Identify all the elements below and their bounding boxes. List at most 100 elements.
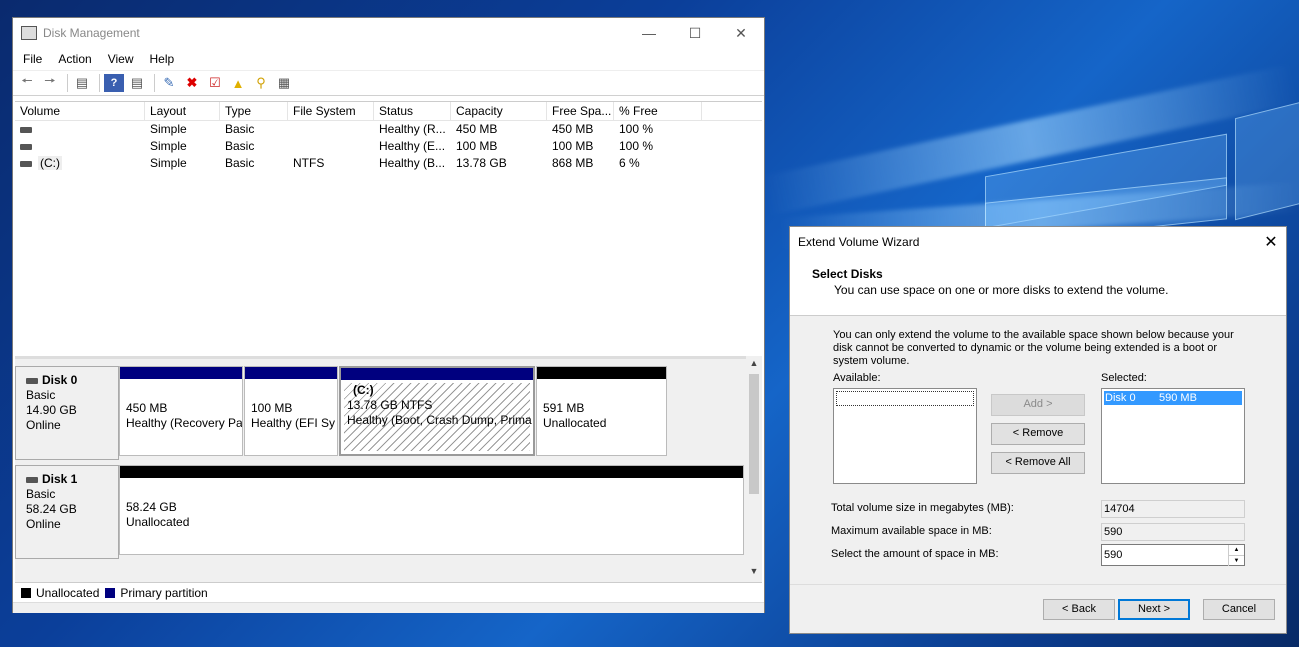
partition-c[interactable]: (C:) 13.78 GB NTFS Healthy (Boot, Crash …: [339, 366, 535, 456]
disk-management-icon: [21, 26, 37, 40]
forward-arrow-icon[interactable]: 🠖: [40, 73, 60, 92]
minimize-button[interactable]: —: [626, 18, 672, 48]
close-icon[interactable]: ✕: [1256, 227, 1286, 257]
free-cell: 450 MB: [552, 122, 594, 136]
extend-volume-wizard: Extend Volume Wizard ✕ Select Disks You …: [789, 226, 1287, 634]
partition-color-bar: [537, 367, 666, 379]
back-button[interactable]: < Back: [1043, 599, 1115, 620]
selected-label: Selected:: [1101, 372, 1147, 384]
toolbar-separator: [67, 74, 68, 92]
selected-disk: Disk 0: [1105, 392, 1136, 404]
delete-icon[interactable]: ✖: [182, 74, 202, 92]
column-capacity[interactable]: Capacity: [451, 102, 547, 120]
volume-cell: [15, 138, 145, 155]
column-volume[interactable]: Volume: [15, 102, 145, 120]
layout-cell: Simple: [150, 139, 187, 153]
percent-cell: 6 %: [619, 156, 640, 170]
column-percent-free[interactable]: % Free: [614, 102, 702, 120]
available-label: Available:: [833, 372, 881, 384]
menu-bar: File Action View Help: [13, 48, 764, 70]
console-tree-icon[interactable]: ▤: [72, 74, 92, 92]
table-row[interactable]: Simple Basic Healthy (E... 100 MB 100 MB…: [15, 138, 762, 155]
next-button[interactable]: Next >: [1118, 599, 1190, 620]
check-icon[interactable]: ☑: [205, 74, 225, 92]
vertical-scrollbar[interactable]: ▲ ▼: [746, 356, 762, 582]
scroll-thumb[interactable]: [749, 374, 759, 494]
partition-status: Unallocated: [126, 515, 190, 529]
free-cell: 868 MB: [552, 156, 594, 170]
disk-size: 58.24 GB: [26, 502, 77, 516]
window-title: Disk Management: [43, 26, 140, 40]
capacity-cell: 13.78 GB: [456, 156, 507, 170]
amount-label: Select the amount of space in MB:: [831, 548, 999, 560]
capacity-cell: 100 MB: [456, 139, 498, 153]
drive-icon: [20, 126, 32, 133]
toolbar-separator: [99, 74, 100, 92]
help-icon[interactable]: ?: [104, 74, 124, 92]
disk-0-info[interactable]: Disk 0 Basic 14.90 GB Online: [15, 366, 119, 460]
cancel-button[interactable]: Cancel: [1203, 599, 1275, 620]
partition-label: (C:): [353, 383, 374, 397]
import-icon[interactable]: ▲: [228, 74, 248, 92]
drive-icon: [20, 160, 32, 167]
close-button[interactable]: ✕: [718, 18, 764, 48]
type-cell: Basic: [225, 139, 255, 153]
volume-cell: [15, 121, 145, 138]
menu-file[interactable]: File: [15, 52, 50, 66]
partition-size: 58.24 GB: [126, 500, 177, 514]
connect-icon[interactable]: ✎: [159, 74, 179, 92]
type-cell: Basic: [225, 122, 255, 136]
column-status[interactable]: Status: [374, 102, 451, 120]
remove-button[interactable]: < Remove: [991, 423, 1085, 445]
partition-disk1-unallocated[interactable]: 58.24 GB Unallocated: [119, 465, 744, 555]
available-list[interactable]: [833, 388, 977, 484]
column-type[interactable]: Type: [220, 102, 288, 120]
status-bar: [13, 602, 764, 613]
layout-cell: Simple: [150, 122, 187, 136]
selected-list[interactable]: Disk 0 590 MB: [1101, 388, 1245, 484]
type-cell: Basic: [225, 156, 255, 170]
menu-view[interactable]: View: [100, 52, 142, 66]
spin-down-icon[interactable]: ▼: [1228, 555, 1244, 566]
disk-icon: [26, 377, 38, 384]
table-row[interactable]: (C:) Simple Basic NTFS Healthy (B... 13.…: [15, 155, 762, 172]
back-arrow-icon[interactable]: 🠔: [17, 73, 37, 92]
legend-swatch-primary: [105, 587, 116, 598]
column-layout[interactable]: Layout: [145, 102, 220, 120]
add-button[interactable]: Add >: [991, 394, 1085, 416]
table-row[interactable]: Simple Basic Healthy (R... 450 MB 450 MB…: [15, 121, 762, 138]
partition-efi[interactable]: 100 MB Healthy (EFI Sy: [244, 366, 338, 456]
partition-size: 591 MB: [543, 401, 585, 415]
maximize-button[interactable]: ☐: [672, 18, 718, 48]
remove-all-button[interactable]: < Remove All: [991, 452, 1085, 474]
scroll-down-arrow[interactable]: ▼: [746, 566, 762, 580]
fs-cell: NTFS: [293, 156, 325, 170]
toolbar-separator: [154, 74, 155, 92]
menu-action[interactable]: Action: [50, 52, 99, 66]
info-text: You can only extend the volume to the av…: [833, 329, 1234, 367]
partition-color-bar: [120, 367, 242, 379]
partition-recovery[interactable]: 450 MB Healthy (Recovery Pa: [119, 366, 243, 456]
column-free-space[interactable]: Free Spa...: [547, 102, 614, 120]
view-icon[interactable]: ▦: [274, 74, 294, 92]
available-focus-row: [836, 391, 974, 406]
column-file-system[interactable]: File System: [288, 102, 374, 120]
disk-graph-pane: Disk 0 Basic 14.90 GB Online 450 MB Healt…: [15, 356, 762, 585]
total-size-value: 14704: [1101, 500, 1245, 518]
selected-item[interactable]: Disk 0 590 MB: [1104, 391, 1242, 405]
partition-unallocated[interactable]: 591 MB Unallocated: [536, 366, 667, 456]
scroll-up-arrow[interactable]: ▲: [746, 358, 762, 372]
volume-list-header: Volume Layout Type File System Status Ca…: [15, 102, 762, 121]
legend-primary: Primary partition: [120, 585, 208, 600]
properties-icon[interactable]: ▤: [127, 74, 147, 92]
amount-stepper[interactable]: 590 ▲ ▼: [1101, 544, 1245, 566]
selected-size: 590 MB: [1159, 392, 1197, 404]
partition-size: 450 MB: [126, 401, 168, 415]
menu-help[interactable]: Help: [142, 52, 183, 66]
partition-status: Unallocated: [543, 416, 607, 430]
status-cell: Healthy (E...: [379, 139, 446, 153]
search-icon[interactable]: ⚲: [251, 74, 271, 92]
percent-cell: 100 %: [619, 139, 654, 153]
spin-up-icon[interactable]: ▲: [1228, 545, 1244, 555]
disk-1-info[interactable]: Disk 1 Basic 58.24 GB Online: [15, 465, 119, 559]
